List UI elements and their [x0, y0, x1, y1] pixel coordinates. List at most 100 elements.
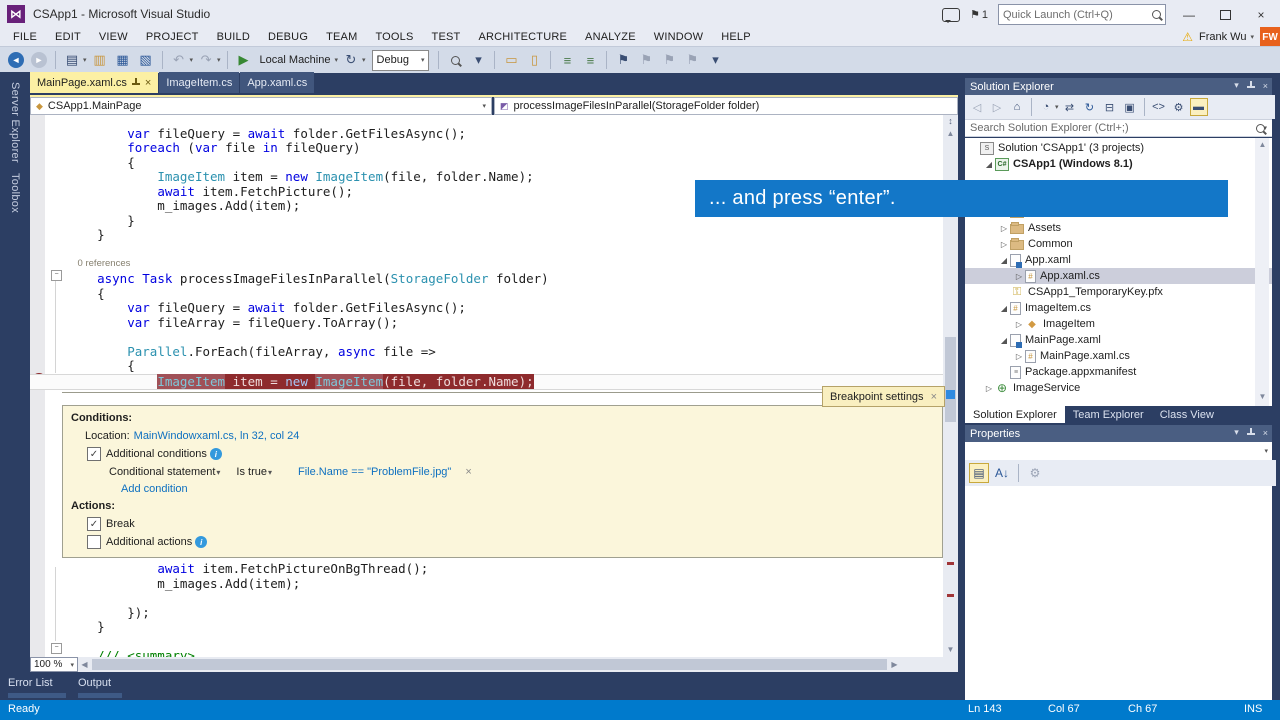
properties-title-bar[interactable]: Properties ▾ × [965, 425, 1272, 442]
se-properties-icon[interactable]: ⚙ [1170, 98, 1188, 116]
tree-item-app.xaml.cs[interactable]: ▷ # App.xaml.cs [965, 268, 1272, 284]
se-collapse-all-icon[interactable]: ⊟ [1101, 98, 1119, 116]
feedback-icon[interactable] [942, 7, 960, 23]
menu-window[interactable]: WINDOW [645, 31, 712, 43]
restore-button[interactable] [1212, 6, 1238, 24]
remove-condition-icon[interactable]: × [465, 466, 471, 478]
minimize-button[interactable]: — [1176, 6, 1202, 24]
expanded-arrow-icon[interactable]: ◢ [984, 160, 994, 169]
solution-explorer-title-bar[interactable]: Solution Explorer ▾ × [965, 78, 1272, 95]
tree-item-app.xaml[interactable]: ◢ App.xaml [965, 252, 1272, 268]
menu-analyze[interactable]: ANALYZE [576, 31, 645, 43]
indent-decrease-icon[interactable]: ≡ [557, 50, 577, 70]
scroll-down-icon[interactable]: ▼ [943, 645, 958, 654]
additional-conditions-checkbox[interactable]: ✓ [87, 447, 101, 461]
pin-icon[interactable] [1246, 428, 1255, 437]
chevron-down-icon[interactable]: ▾ [362, 56, 366, 64]
scroll-right-icon[interactable]: ▶ [888, 660, 901, 669]
navigate-forward-icon[interactable]: ► [29, 50, 49, 70]
location-value[interactable]: MainWindowxaml.cs, ln 32, col 24 [134, 430, 300, 442]
save-icon[interactable]: ▦ [113, 50, 133, 70]
close-icon[interactable]: × [931, 391, 937, 403]
side-tab-toolbox[interactable]: Toolbox [9, 173, 21, 213]
menu-build[interactable]: BUILD [208, 31, 259, 43]
close-icon[interactable]: × [145, 77, 151, 89]
start-debug-icon[interactable]: ▶ [234, 50, 254, 70]
collapsed-arrow-icon[interactable]: ▷ [1014, 352, 1024, 361]
close-icon[interactable]: × [1263, 81, 1268, 91]
menu-team[interactable]: TEAM [317, 31, 366, 43]
zoom-level-dropdown[interactable]: 100 % ▾ [30, 657, 78, 672]
add-condition-link[interactable]: Add condition [121, 483, 188, 495]
tree-item-imageitem.cs[interactable]: ◢ # ImageItem.cs [965, 300, 1272, 316]
info-icon[interactable]: i [195, 536, 208, 548]
tool-tab-team-explorer[interactable]: Team Explorer [1065, 406, 1152, 423]
chevron-down-icon[interactable]: ▾ [1055, 103, 1059, 111]
se-pending-changes-icon[interactable]: ◔ [1037, 98, 1055, 116]
props-property-pages-icon[interactable]: ⚙ [1025, 463, 1045, 483]
tool-tab-class-view[interactable]: Class View [1152, 406, 1222, 423]
se-show-all-files-icon[interactable]: ▣ [1121, 98, 1139, 116]
save-all-icon[interactable]: ▧ [136, 50, 156, 70]
new-file-icon[interactable]: ▤ [62, 50, 82, 70]
solution-explorer-search-input[interactable]: Search Solution Explorer (Ctrl+;) ▾ [965, 119, 1272, 137]
menu-tools[interactable]: TOOLS [366, 31, 422, 43]
chevron-down-icon[interactable]: ▾ [1234, 80, 1239, 91]
tree-item-csapp1-temporarykey.pfx[interactable]: ⚿ CSApp1_TemporaryKey.pfx [965, 284, 1272, 300]
chevron-down-icon[interactable]: ▾ [334, 56, 338, 64]
info-icon[interactable]: i [209, 448, 222, 460]
se-refresh-icon[interactable]: ↻ [1081, 98, 1099, 116]
redo-icon[interactable]: ↷ [196, 50, 216, 70]
menu-debug[interactable]: DEBUG [259, 31, 317, 43]
menu-edit[interactable]: EDIT [46, 31, 90, 43]
method-dropdown[interactable]: ◩ processImageFilesInParallel(StorageFol… [494, 97, 958, 115]
additional-actions-checkbox[interactable] [87, 535, 101, 549]
clear-bookmarks-icon[interactable]: ⚑ [682, 50, 702, 70]
condition-expression-input[interactable]: File.Name == "ProblemFile.jpg" [298, 466, 451, 478]
menu-file[interactable]: FILE [4, 31, 46, 43]
find-in-files-icon[interactable] [445, 50, 465, 70]
chevron-down-icon[interactable]: ▾ [190, 56, 194, 64]
toolbar-overflow2-icon[interactable]: ▾ [705, 50, 725, 70]
se-back-icon[interactable]: ◁ [968, 98, 986, 116]
document-tab-mainpage.xaml.cs[interactable]: MainPage.xaml.cs × [30, 72, 159, 93]
scroll-down-icon[interactable]: ▼ [1255, 392, 1270, 401]
tool-tab-solution-explorer[interactable]: Solution Explorer [965, 406, 1065, 423]
tab-output[interactable]: Output [78, 677, 111, 689]
indent-increase-icon[interactable]: ≡ [580, 50, 600, 70]
condition-type-dropdown[interactable]: Conditional statement ▾ [109, 466, 220, 478]
chevron-down-icon[interactable]: ▾ [217, 56, 221, 64]
collapsed-arrow-icon[interactable]: ▷ [1014, 320, 1024, 329]
undo-icon[interactable]: ↶ [169, 50, 189, 70]
document-tab-app.xaml.cs[interactable]: App.xaml.cs [240, 72, 315, 93]
tree-item-mainpage.xaml[interactable]: ◢ MainPage.xaml [965, 332, 1272, 348]
tree-item-imageitem[interactable]: ▷ ◆ ImageItem [965, 316, 1272, 332]
se-home-icon[interactable]: ⌂ [1008, 98, 1026, 116]
props-categorized-icon[interactable]: ▤ [969, 463, 989, 483]
notifications-flag[interactable]: ⚑ 1 [970, 8, 988, 22]
attach-process-icon[interactable]: ▭ [501, 50, 521, 70]
condition-operator-dropdown[interactable]: Is true ▾ [236, 466, 272, 478]
snippet-icon[interactable]: ▯ [524, 50, 544, 70]
menu-architecture[interactable]: ARCHITECTURE [469, 31, 576, 43]
menu-test[interactable]: TEST [423, 31, 470, 43]
expanded-arrow-icon[interactable]: ◢ [999, 304, 1009, 313]
collapsed-arrow-icon[interactable]: ▷ [999, 240, 1009, 249]
pin-icon[interactable] [1246, 81, 1255, 90]
se-forward-icon[interactable]: ▷ [988, 98, 1006, 116]
expanded-arrow-icon[interactable]: ◢ [999, 336, 1009, 345]
prev-bookmark-icon[interactable]: ⚑ [636, 50, 656, 70]
tree-item-common[interactable]: ▷ Common [965, 236, 1272, 252]
quick-launch-input[interactable]: Quick Launch (Ctrl+Q) [998, 4, 1166, 25]
tree-item-solution-csapp1-3-projects-[interactable]: S Solution 'CSApp1' (3 projects) [965, 140, 1272, 156]
side-tab-server-explorer[interactable]: Server Explorer [9, 82, 21, 163]
toolbar-overflow-icon[interactable]: ▾ [468, 50, 488, 70]
class-dropdown[interactable]: ◆ CSApp1.MainPage ▾ [30, 97, 493, 115]
user-account-area[interactable]: ⚠ Frank Wu ▾ FW [1182, 27, 1280, 47]
solution-configuration-dropdown[interactable]: Debug ▾ [371, 49, 430, 71]
props-alphabetical-icon[interactable]: A↓ [992, 463, 1012, 483]
tab-error-list[interactable]: Error List [8, 677, 53, 689]
editor-split-grip[interactable]: ↕ [943, 116, 958, 126]
se-sync-icon[interactable]: ⇄ [1061, 98, 1079, 116]
scroll-left-icon[interactable]: ◀ [78, 660, 91, 669]
